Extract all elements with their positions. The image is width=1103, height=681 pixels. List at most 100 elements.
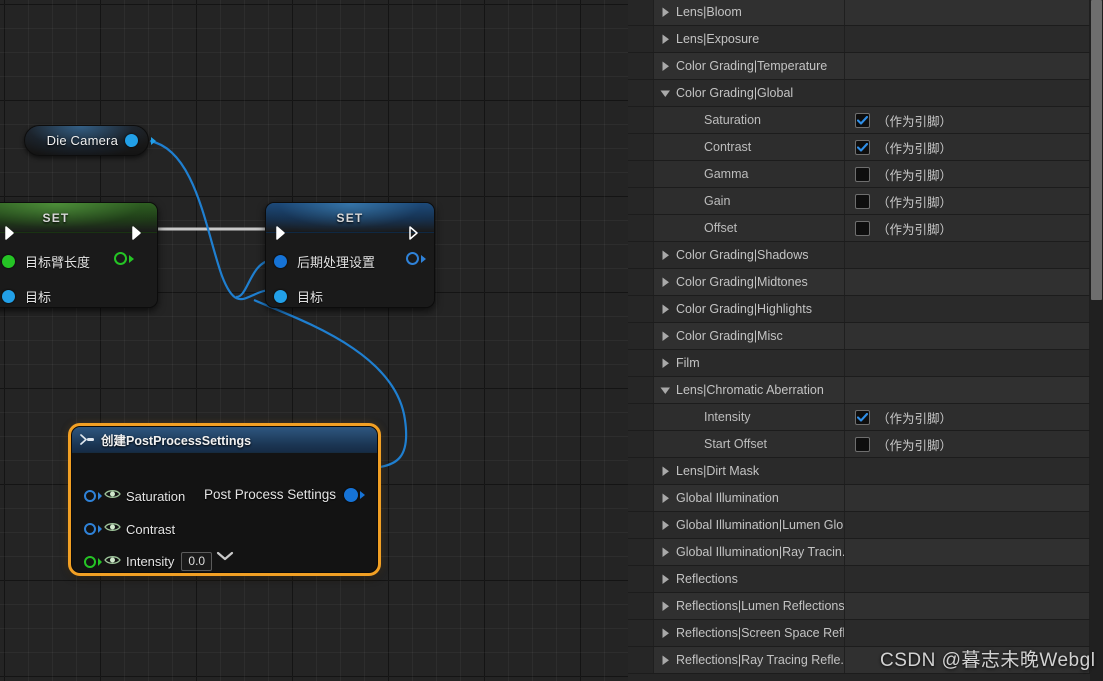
intensity-input-pin[interactable]: [84, 555, 96, 568]
as-pin-checkbox[interactable]: [855, 409, 870, 425]
property-name-cell[interactable]: Film: [654, 350, 845, 376]
as-pin-checkbox[interactable]: [855, 112, 870, 128]
property-row[interactable]: Contrast （作为引脚）: [628, 134, 1103, 161]
property-name-cell[interactable]: Contrast: [654, 134, 845, 160]
property-name-cell[interactable]: Lens|Exposure: [654, 26, 845, 52]
property-name-cell[interactable]: Lens|Bloom: [654, 0, 845, 25]
chevron-right-icon[interactable]: [658, 304, 672, 315]
property-row[interactable]: Color Grading|Shadows: [628, 242, 1103, 269]
property-name-cell[interactable]: Global Illumination|Ray Tracin...: [654, 539, 845, 565]
property-name-cell[interactable]: Color Grading|Global: [654, 80, 845, 106]
intensity-value-input[interactable]: 0.0: [181, 552, 213, 571]
target-pin[interactable]: [2, 290, 15, 303]
property-name-cell[interactable]: Reflections|Screen Space Refl...: [654, 620, 845, 646]
set-node-1-pin-row-1[interactable]: 目标: [2, 287, 51, 306]
chevron-right-icon[interactable]: [658, 601, 672, 612]
eye-icon[interactable]: [104, 487, 121, 505]
blueprint-graph-canvas[interactable]: Die Camera SET 目标臂长度 目标 SET 后期处理设置 目标 创建…: [0, 0, 628, 681]
set-node-2-pin-row-0[interactable]: 后期处理设置: [274, 252, 375, 271]
chevron-right-icon[interactable]: [658, 277, 672, 288]
eye-icon[interactable]: [104, 553, 121, 571]
property-row[interactable]: Lens|Exposure: [628, 26, 1103, 53]
chevron-right-icon[interactable]: [658, 547, 672, 558]
chevron-right-icon[interactable]: [658, 493, 672, 504]
set-node-2-output-pin[interactable]: [406, 252, 419, 265]
node-set-arm-length[interactable]: SET 目标臂长度 目标: [0, 202, 158, 308]
property-row[interactable]: Lens|Bloom: [628, 0, 1103, 26]
set-node-2-exec-out-pin[interactable]: [407, 225, 423, 241]
set-node-2-target-pin[interactable]: [274, 290, 287, 303]
property-name-cell[interactable]: Reflections|Lumen Reflections: [654, 593, 845, 619]
create-input-row-contrast[interactable]: Contrast: [84, 520, 175, 538]
property-name-cell[interactable]: Reflections|Ray Tracing Refle...: [654, 647, 845, 673]
eye-icon[interactable]: [104, 520, 121, 538]
property-name-cell[interactable]: Lens|Dirt Mask: [654, 458, 845, 484]
property-name-cell[interactable]: Intensity: [654, 404, 845, 430]
property-row[interactable]: Saturation （作为引脚）: [628, 107, 1103, 134]
node-create-postprocesssettings[interactable]: 创建PostProcessSettings Saturation Contras…: [68, 423, 381, 576]
chevron-right-icon[interactable]: [658, 358, 672, 369]
property-name-cell[interactable]: Gamma: [654, 161, 845, 187]
chevron-down-icon[interactable]: [215, 549, 235, 567]
property-name-cell[interactable]: Saturation: [654, 107, 845, 133]
set-node-1-exec-out-pin[interactable]: [130, 225, 146, 241]
chevron-down-icon[interactable]: [658, 386, 672, 395]
chevron-right-icon[interactable]: [658, 7, 672, 18]
set-node-1-output-pin[interactable]: [114, 252, 127, 265]
property-name-cell[interactable]: Start Offset: [654, 431, 845, 457]
property-row[interactable]: Reflections|Lumen Reflections: [628, 593, 1103, 620]
property-row[interactable]: Intensity （作为引脚）: [628, 404, 1103, 431]
chevron-right-icon[interactable]: [658, 655, 672, 666]
chevron-right-icon[interactable]: [658, 250, 672, 261]
as-pin-checkbox[interactable]: [855, 139, 870, 155]
as-pin-checkbox[interactable]: [855, 436, 870, 452]
set-node-1-exec-in-pin[interactable]: [3, 225, 19, 241]
post-process-settings-pin[interactable]: [274, 255, 287, 268]
as-pin-checkbox[interactable]: [855, 166, 870, 182]
property-row[interactable]: Reflections|Screen Space Refl...: [628, 620, 1103, 647]
property-row[interactable]: Color Grading|Highlights: [628, 296, 1103, 323]
property-name-cell[interactable]: Color Grading|Highlights: [654, 296, 845, 322]
property-row[interactable]: Lens|Chromatic Aberration: [628, 377, 1103, 404]
property-name-cell[interactable]: Reflections: [654, 566, 845, 592]
chevron-right-icon[interactable]: [658, 61, 672, 72]
node-set-post-process[interactable]: SET 后期处理设置 目标: [265, 202, 435, 308]
chevron-right-icon[interactable]: [658, 34, 672, 45]
property-row[interactable]: Color Grading|Midtones: [628, 269, 1103, 296]
saturation-input-pin[interactable]: [84, 490, 96, 502]
die-camera-output-pin[interactable]: [125, 134, 138, 147]
property-row[interactable]: Offset （作为引脚）: [628, 215, 1103, 242]
property-name-cell[interactable]: Global Illumination|Lumen Glo...: [654, 512, 845, 538]
create-input-row-saturation[interactable]: Saturation: [84, 487, 185, 505]
property-row[interactable]: Start Offset （作为引脚）: [628, 431, 1103, 458]
create-input-row-intensity[interactable]: Intensity 0.0: [84, 552, 213, 571]
property-name-cell[interactable]: Gain: [654, 188, 845, 214]
property-row[interactable]: Gamma （作为引脚）: [628, 161, 1103, 188]
property-row[interactable]: Color Grading|Global: [628, 80, 1103, 107]
property-name-cell[interactable]: Color Grading|Shadows: [654, 242, 845, 268]
as-pin-checkbox[interactable]: [855, 193, 870, 209]
target-arm-length-pin[interactable]: [2, 255, 15, 268]
chevron-down-icon[interactable]: [658, 89, 672, 98]
property-row[interactable]: Reflections|Ray Tracing Refle...: [628, 647, 1103, 674]
property-row[interactable]: Color Grading|Misc: [628, 323, 1103, 350]
chevron-right-icon[interactable]: [658, 574, 672, 585]
property-row[interactable]: Film: [628, 350, 1103, 377]
details-scrollbar-thumb[interactable]: [1091, 0, 1102, 300]
contrast-input-pin[interactable]: [84, 523, 96, 535]
chevron-right-icon[interactable]: [658, 331, 672, 342]
chevron-right-icon[interactable]: [658, 628, 672, 639]
property-row[interactable]: Color Grading|Temperature: [628, 53, 1103, 80]
create-output-row[interactable]: Post Process Settings: [204, 487, 365, 502]
create-output-pin[interactable]: [344, 487, 358, 502]
property-row[interactable]: Global Illumination|Lumen Glo...: [628, 512, 1103, 539]
property-name-cell[interactable]: Lens|Chromatic Aberration: [654, 377, 845, 403]
chevron-right-icon[interactable]: [658, 466, 672, 477]
set-node-2-exec-in-pin[interactable]: [274, 225, 290, 241]
set-node-2-pin-row-1[interactable]: 目标: [274, 287, 323, 306]
details-scrollbar-track[interactable]: [1090, 0, 1103, 681]
as-pin-checkbox[interactable]: [855, 220, 870, 236]
property-name-cell[interactable]: Color Grading|Midtones: [654, 269, 845, 295]
property-row[interactable]: Global Illumination: [628, 485, 1103, 512]
property-name-cell[interactable]: Color Grading|Misc: [654, 323, 845, 349]
